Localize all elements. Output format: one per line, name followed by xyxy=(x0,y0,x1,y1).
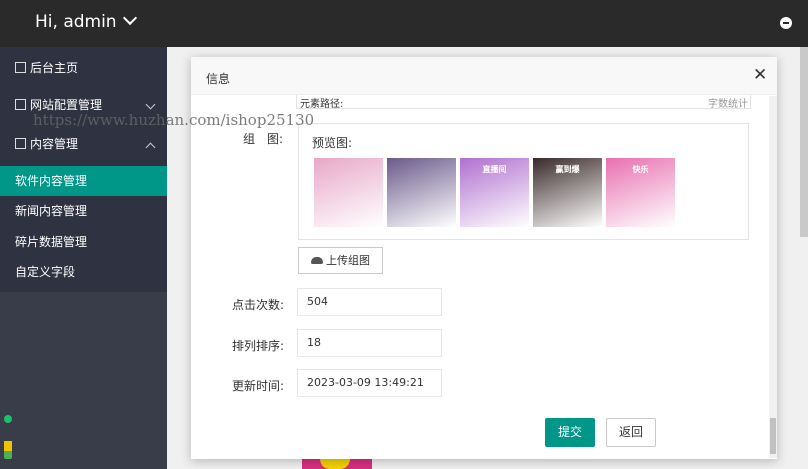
content-icon xyxy=(15,138,26,149)
dialog-scrollbar[interactable] xyxy=(769,96,777,458)
sidebar-item-label: 后台主页 xyxy=(30,61,79,75)
sidebar-item-label: 网站配置管理 xyxy=(30,98,103,112)
online-dot-icon xyxy=(4,415,12,423)
clicks-input[interactable]: 504 xyxy=(297,288,442,316)
submit-button[interactable]: 提交 xyxy=(545,418,595,447)
preview-label: 预览图: xyxy=(312,136,353,150)
dialog-scrollbar-thumb[interactable] xyxy=(770,418,776,454)
user-menu[interactable]: Hi, admin xyxy=(35,10,137,32)
sidebar-subitem-custom-fields[interactable]: 自定义字段 xyxy=(0,257,167,287)
sidebar-subitem-software[interactable]: 软件内容管理 xyxy=(0,166,167,196)
greeting-text: Hi, admin xyxy=(35,12,117,32)
status-indicator xyxy=(4,415,12,459)
dialog-body: 元素路径: 字数统计 组 图: 预览图: 直播间 赢到爆 快乐 上传组图 点击次… xyxy=(191,95,777,459)
back-button[interactable]: 返回 xyxy=(606,418,656,447)
watermark-text: https://www.huzhan.com/ishop25130 xyxy=(33,111,315,129)
gallery-thumbnail[interactable] xyxy=(314,158,383,227)
dialog-title: 信息 xyxy=(206,72,231,86)
upload-label: 上传组图 xyxy=(326,254,370,267)
element-path-label: 元素路径: xyxy=(300,99,344,110)
page-scrollbar[interactable] xyxy=(800,47,808,237)
gallery-label: 组 图: xyxy=(243,132,284,146)
config-icon xyxy=(15,99,26,110)
sidebar-subitem-news[interactable]: 新闻内容管理 xyxy=(0,196,167,226)
chevron-up-icon xyxy=(145,142,156,153)
sidebar-item-content[interactable]: 内容管理 xyxy=(0,135,167,153)
gallery-thumbnail[interactable]: 直播间 xyxy=(460,158,529,227)
chevron-down-icon xyxy=(122,10,137,26)
editor-status-bar: 元素路径: 字数统计 xyxy=(296,95,751,110)
close-icon[interactable]: ✕ xyxy=(753,67,767,84)
gallery-thumbnail[interactable] xyxy=(387,158,456,227)
dialog-header: 信息 ✕ xyxy=(191,57,777,95)
sidebar-item-home[interactable]: 后台主页 xyxy=(0,59,167,76)
top-bar: Hi, admin xyxy=(0,0,808,47)
gallery-thumbnail[interactable]: 快乐 xyxy=(606,158,675,227)
cloud-upload-icon xyxy=(311,257,323,264)
clicks-label: 点击次数: xyxy=(232,298,285,312)
theme-icon[interactable] xyxy=(780,17,792,29)
gallery-thumbnail[interactable]: 赢到爆 xyxy=(533,158,602,227)
sort-input[interactable]: 18 xyxy=(297,329,442,357)
preview-box: 预览图: 直播间 赢到爆 快乐 xyxy=(298,123,749,240)
home-icon xyxy=(15,62,26,73)
background-thumbnail xyxy=(302,459,372,469)
sidebar-item-label: 内容管理 xyxy=(30,137,79,151)
word-count-label: 字数统计 xyxy=(708,99,748,110)
sidebar-subitem-fragments[interactable]: 碎片数据管理 xyxy=(0,227,167,257)
upload-gallery-button[interactable]: 上传组图 xyxy=(298,247,383,274)
updated-time-input[interactable]: 2023-03-09 13:49:21 xyxy=(297,369,442,397)
updated-label: 更新时间: xyxy=(232,379,285,393)
level-bar-icon xyxy=(4,433,12,459)
sort-label: 排列排序: xyxy=(232,339,285,353)
chevron-down-icon xyxy=(145,99,156,110)
